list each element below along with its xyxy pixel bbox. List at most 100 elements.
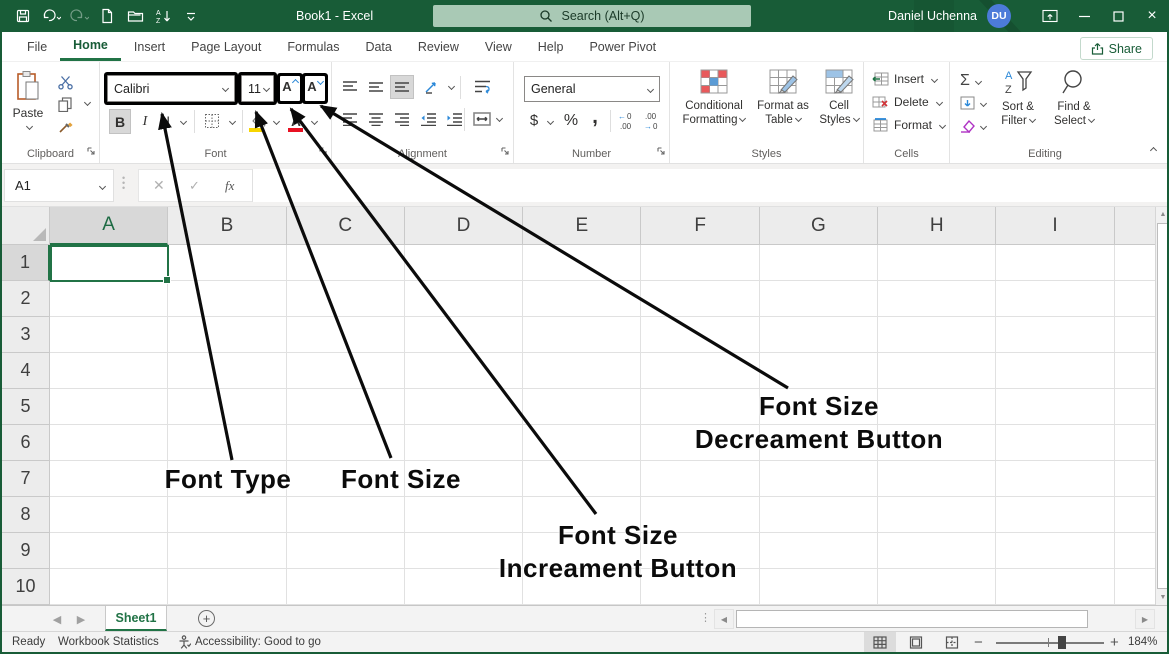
orientation-dropdown-icon[interactable] [448, 83, 455, 90]
cell-A4[interactable] [50, 353, 168, 389]
cell-F4[interactable] [641, 353, 759, 389]
column-header-B[interactable]: B [168, 207, 286, 245]
normal-view-button[interactable] [864, 632, 896, 653]
scroll-up-icon[interactable]: ▲ [1156, 207, 1169, 222]
cell-D1[interactable] [405, 245, 523, 281]
vertical-scrollbar[interactable]: ▲ ▼ [1155, 207, 1169, 605]
formula-input[interactable] [252, 169, 1167, 202]
underline-dropdown-icon[interactable] [180, 118, 187, 125]
font-size-dropdown-icon[interactable] [263, 85, 270, 92]
paste-dropdown-icon[interactable] [26, 123, 33, 130]
font-name-dropdown-icon[interactable] [222, 85, 229, 92]
cell-partial-3[interactable] [1115, 317, 1155, 353]
cell-C4[interactable] [287, 353, 405, 389]
cell-A10[interactable] [50, 569, 168, 605]
alignment-dialog-launcher-icon[interactable] [500, 145, 510, 159]
cell-I1[interactable] [996, 245, 1114, 281]
cell-C2[interactable] [287, 281, 405, 317]
share-button[interactable]: Share [1080, 37, 1153, 60]
cell-partial-8[interactable] [1115, 497, 1155, 533]
cell-H1[interactable] [878, 245, 996, 281]
tab-home[interactable]: Home [60, 32, 121, 61]
find-select-button[interactable]: Find & Select [1048, 68, 1100, 128]
cell-H2[interactable] [878, 281, 996, 317]
cancel-icon[interactable]: ✕ [153, 177, 165, 194]
font-dialog-launcher-icon[interactable] [318, 145, 328, 159]
cell-partial-10[interactable] [1115, 569, 1155, 605]
cell-I2[interactable] [996, 281, 1114, 317]
middle-align-icon[interactable] [364, 75, 388, 99]
cell-G3[interactable] [760, 317, 878, 353]
borders-dropdown-icon[interactable] [229, 118, 236, 125]
bold-button[interactable]: B [109, 109, 131, 134]
increase-indent-icon[interactable] [442, 107, 466, 131]
cell-I10[interactable] [996, 569, 1114, 605]
cell-I5[interactable] [996, 389, 1114, 425]
cell-B1[interactable] [168, 245, 286, 281]
cell-A3[interactable] [50, 317, 168, 353]
row-header-6[interactable]: 6 [2, 425, 50, 461]
cell-G7[interactable] [760, 461, 878, 497]
undo-icon[interactable] [38, 3, 64, 29]
format-as-table-button[interactable]: Format as Table [752, 68, 814, 127]
cell-H9[interactable] [878, 533, 996, 569]
collapse-ribbon-icon[interactable] [1150, 147, 1157, 154]
next-sheet-icon[interactable]: ▶ [70, 606, 92, 632]
cell-E6[interactable] [523, 425, 641, 461]
font-color-icon[interactable]: A [286, 108, 306, 134]
number-dialog-launcher-icon[interactable] [656, 145, 666, 159]
cell-B8[interactable] [168, 497, 286, 533]
sheetbar-resize-handle[interactable]: ⋮ [700, 611, 711, 624]
cell-H10[interactable] [878, 569, 996, 605]
orientation-icon[interactable] [420, 75, 444, 99]
formula-bar-divider[interactable]: ••• [122, 176, 125, 191]
cell-E1[interactable] [523, 245, 641, 281]
ribbon-display-options-icon[interactable] [1033, 0, 1067, 32]
name-box-dropdown-icon[interactable] [99, 183, 106, 190]
row-header-7[interactable]: 7 [2, 461, 50, 497]
select-all-corner[interactable] [2, 207, 50, 245]
accessibility-status[interactable]: Accessibility: Good to go [178, 635, 321, 649]
center-icon[interactable] [364, 107, 388, 131]
align-right-icon[interactable] [390, 107, 414, 131]
vertical-scroll-thumb[interactable] [1157, 223, 1168, 589]
customize-qat-icon[interactable] [178, 3, 204, 29]
cell-C1[interactable] [287, 245, 405, 281]
cell-F2[interactable] [641, 281, 759, 317]
cell-A5[interactable] [50, 389, 168, 425]
cell-A8[interactable] [50, 497, 168, 533]
font-size-combobox[interactable]: 11 [241, 75, 274, 102]
merge-dropdown-icon[interactable] [496, 115, 503, 122]
cell-E2[interactable] [523, 281, 641, 317]
workbook-statistics[interactable]: Workbook Statistics [58, 636, 159, 648]
cell-D4[interactable] [405, 353, 523, 389]
delete-cells-button[interactable]: Delete [872, 95, 942, 109]
cell-A6[interactable] [50, 425, 168, 461]
cell-D5[interactable] [405, 389, 523, 425]
underline-button[interactable]: U [156, 109, 174, 134]
wrap-text-icon[interactable] [470, 74, 494, 98]
number-format-dropdown-icon[interactable] [647, 85, 654, 92]
cell-H3[interactable] [878, 317, 996, 353]
row-header-10[interactable]: 10 [2, 569, 50, 605]
zoom-slider-track[interactable] [996, 642, 1104, 644]
cell-H8[interactable] [878, 497, 996, 533]
cell-I7[interactable] [996, 461, 1114, 497]
row-header-2[interactable]: 2 [2, 281, 50, 317]
enter-icon[interactable]: ✓ [189, 178, 200, 194]
tab-insert[interactable]: Insert [121, 32, 178, 61]
cell-I8[interactable] [996, 497, 1114, 533]
maximize-button[interactable] [1101, 0, 1135, 32]
italic-button[interactable]: I [136, 109, 154, 134]
save-icon[interactable] [10, 3, 36, 29]
search-bar[interactable]: Search (Alt+Q) [433, 5, 751, 27]
cell-partial-2[interactable] [1115, 281, 1155, 317]
column-header-A[interactable]: A [50, 207, 168, 245]
cell-G2[interactable] [760, 281, 878, 317]
cell-C9[interactable] [287, 533, 405, 569]
cell-G8[interactable] [760, 497, 878, 533]
cell-partial-7[interactable] [1115, 461, 1155, 497]
column-header-I[interactable]: I [996, 207, 1114, 245]
copy-dropdown-icon[interactable] [84, 99, 91, 106]
cell-B2[interactable] [168, 281, 286, 317]
